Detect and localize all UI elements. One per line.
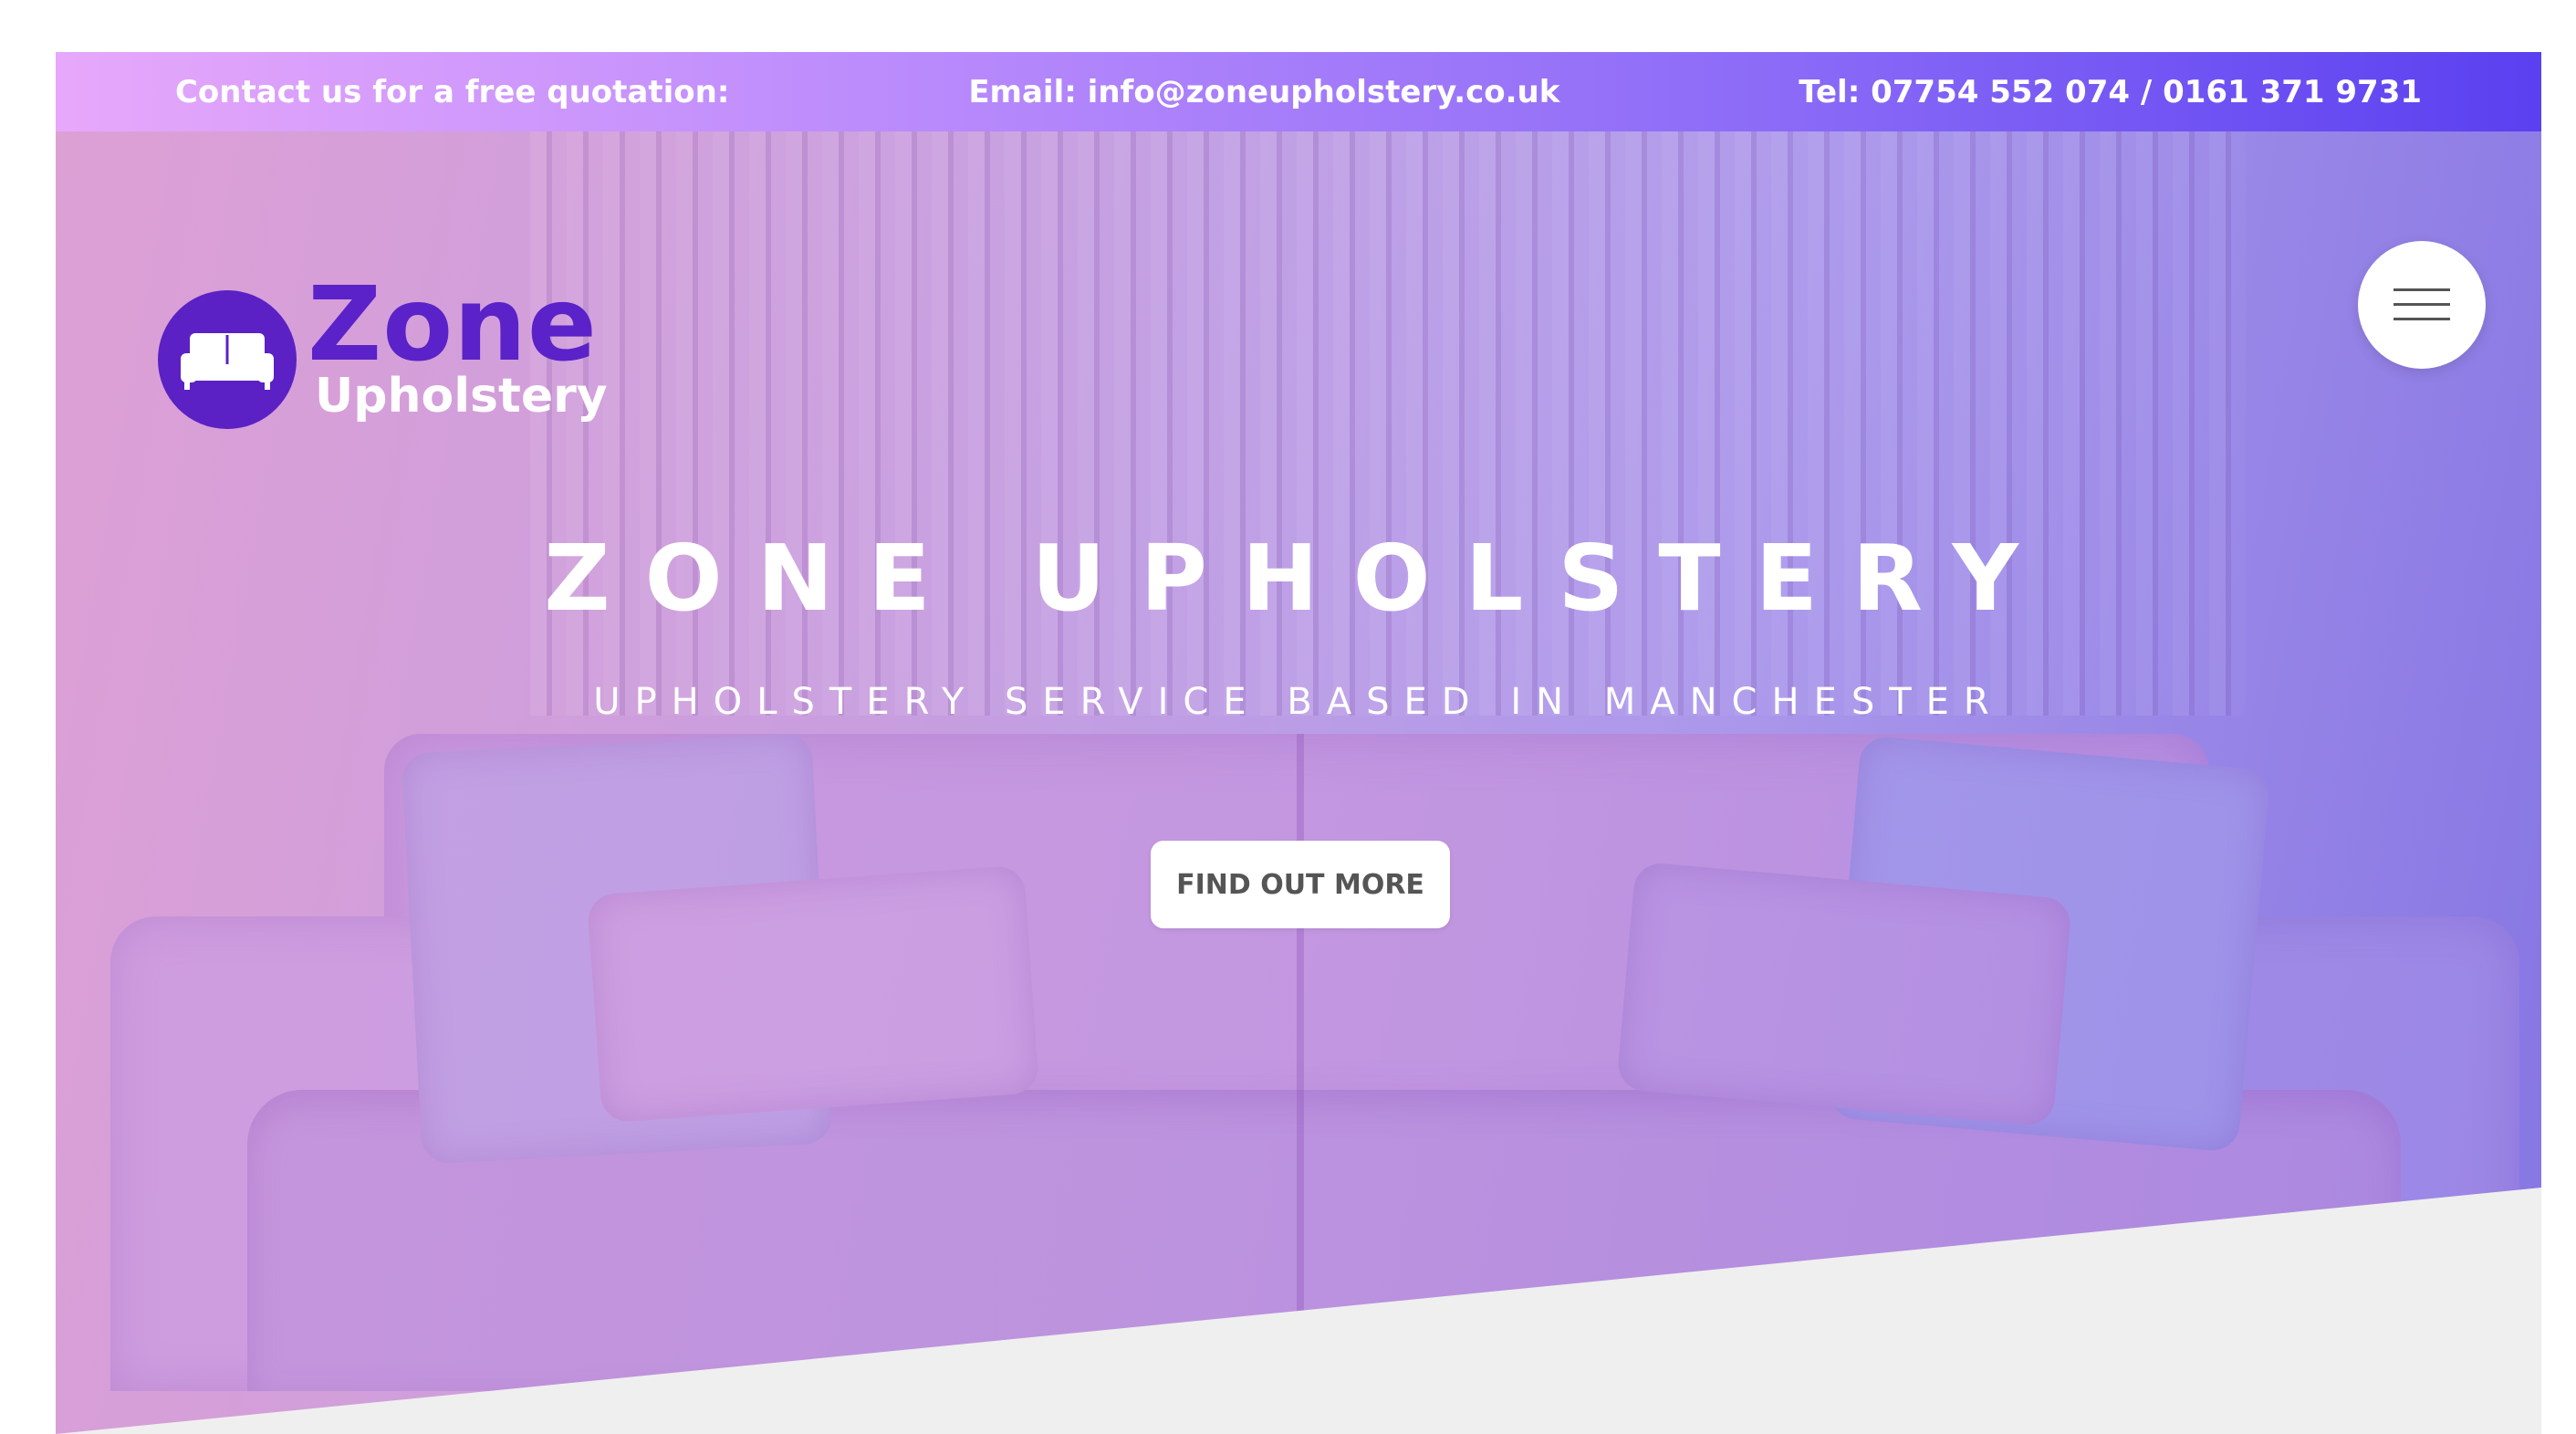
logo-wordmark-zone: Zone (308, 266, 598, 384)
email-link[interactable]: Email: info@zoneupholstery.co.uk (968, 74, 1559, 110)
hero-section: Zone Upholstery ZONE UPHOLSTERY UPHOLSTE… (56, 131, 2541, 1434)
sofa-icon (158, 290, 297, 429)
page-frame: Contact us for a free quotation: Email: … (56, 52, 2541, 1434)
site-logo[interactable]: Zone Upholstery (158, 274, 641, 445)
logo-wordmark-upholstery: Upholstery (315, 369, 608, 424)
find-out-more-button[interactable]: FIND OUT MORE (1151, 841, 1450, 928)
quotation-text: Contact us for a free quotation: (174, 73, 730, 110)
phone-link[interactable]: Tel: 07754 552 074 / 0161 371 9731 (1799, 74, 2422, 110)
menu-button[interactable] (2358, 241, 2486, 369)
contact-bar: Contact us for a free quotation: Email: … (56, 52, 2541, 131)
hamburger-menu-icon (2393, 288, 2450, 320)
hero-subtitle: UPHOLSTERY SERVICE BASED IN MANCHESTER (593, 681, 2004, 723)
hero-title: ZONE UPHOLSTERY (544, 525, 2053, 632)
